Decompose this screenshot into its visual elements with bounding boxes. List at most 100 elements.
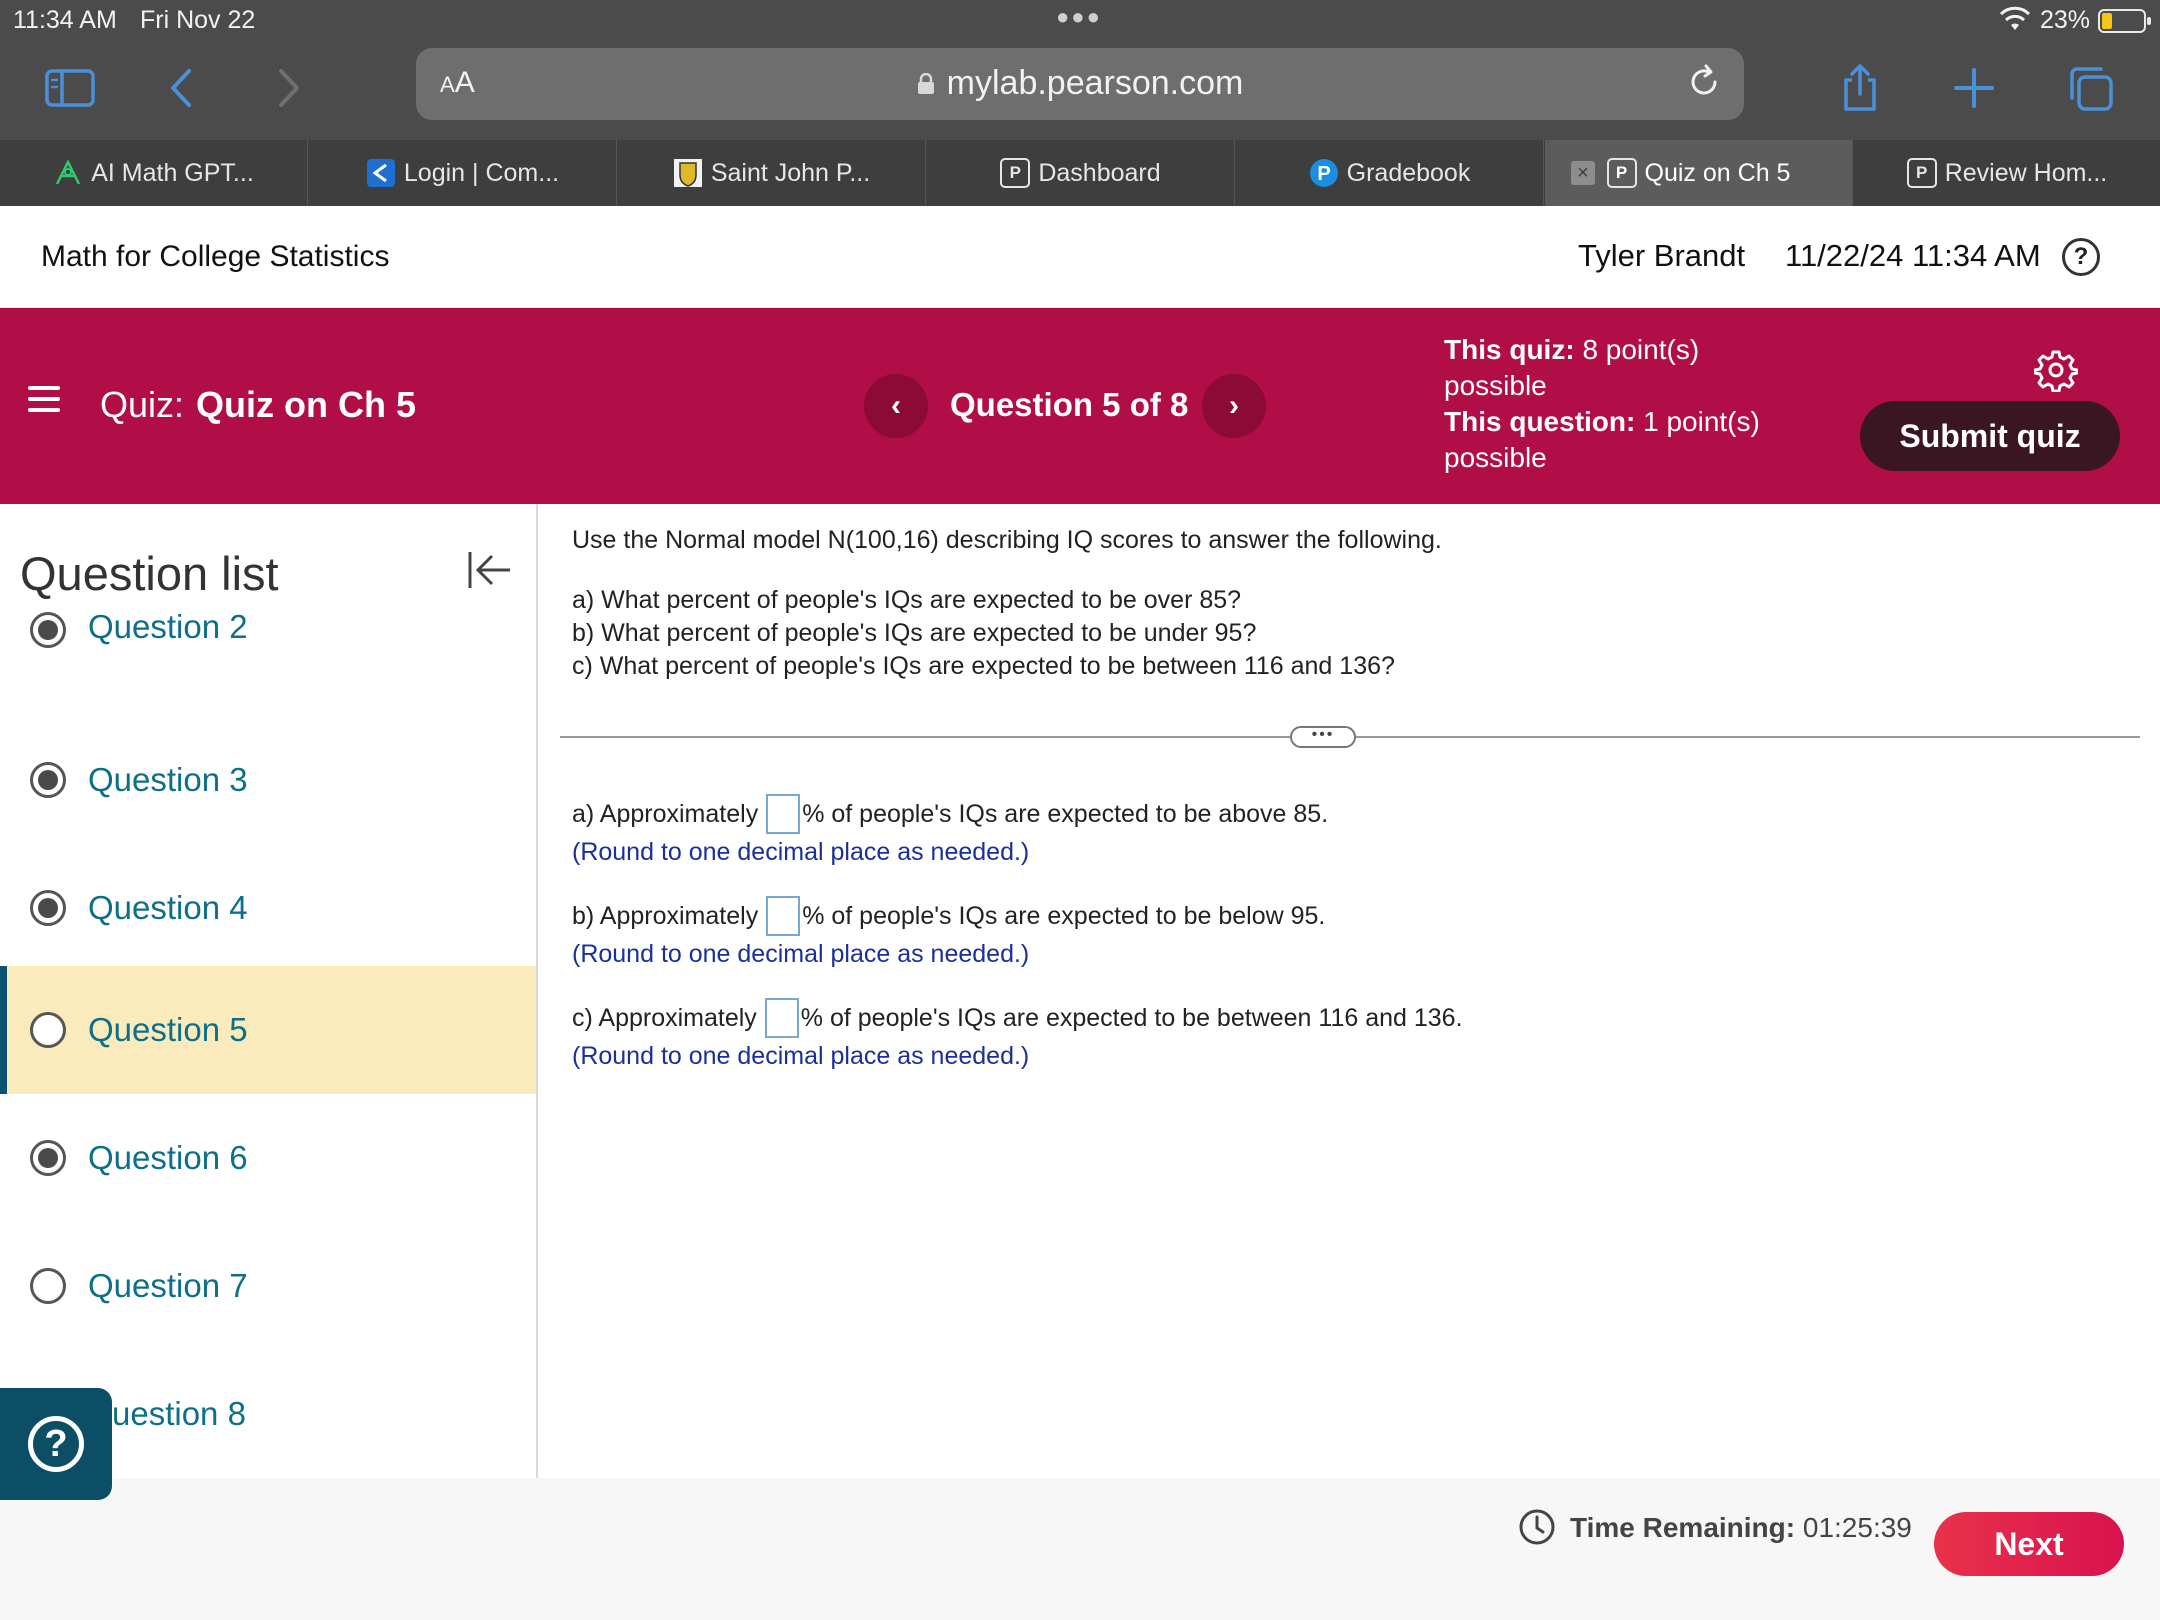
pearson-p-icon: P [1000,158,1031,188]
user-name: Tyler Brandt [1578,238,1746,273]
browser-toolbar: AA mylab.pearson.com [0,40,2160,140]
battery-percent: 23% [2040,6,2091,34]
status-bar: 11:34 AM Fri Nov 22 ●●● 23% [0,0,2160,40]
next-button[interactable]: Next [1934,1512,2124,1576]
this-quiz-value: 8 point(s) [1582,334,1700,365]
rounding-hint-b: (Round to one decimal place as needed.) [572,940,1030,968]
next-question-button[interactable]: › [1202,374,1266,438]
previous-question-button[interactable]: ‹ [864,374,928,438]
address-bar[interactable]: AA mylab.pearson.com [416,48,1744,120]
hamburger-menu-icon[interactable] [28,386,60,412]
answer-suffix: % of people's IQs are expected to be bet… [800,1003,1463,1032]
this-quiz-suffix: possible [1444,370,1547,401]
question-label: Question 2 [88,608,248,645]
forward-icon[interactable] [258,60,318,116]
question-label: Question 7 [88,1267,248,1304]
points-info: This quiz: 8 point(s) possible This ques… [1444,332,1784,476]
answer-suffix: % of people's IQs are expected to be bel… [802,901,1326,930]
answered-status-icon [30,890,66,926]
tabs-overview-icon[interactable] [2060,60,2120,116]
quiz-footer: Time Remaining: 01:25:39 Next [0,1478,2160,1620]
question-list-item-3[interactable]: Question 3 [0,716,536,844]
status-time: 11:34 AM [13,6,117,34]
question-label: Question 4 [88,889,248,926]
tab-dashboard[interactable]: P Dashboard [927,140,1235,206]
help-icon[interactable]: ? [2062,238,2100,276]
submit-quiz-button[interactable]: Submit quiz [1860,401,2120,471]
clock-icon [1519,1509,1555,1545]
tab-login[interactable]: Login | Com... [309,140,617,206]
tab-gradebook[interactable]: P Gradebook [1236,140,1544,206]
header-datetime: 11/22/24 11:34 AM [1785,238,2041,273]
this-question-value: 1 point(s) [1643,406,1760,437]
divider-handle[interactable]: ••• [1290,726,1356,748]
time-remaining: Time Remaining: 01:25:39 [1570,1512,1912,1544]
status-date: Fri Nov 22 [140,6,256,34]
school-crest-icon [673,158,703,188]
share-icon[interactable] [1830,60,1890,116]
question-panel: Use the Normal model N(100,16) describin… [540,504,2160,1478]
login-icon [366,158,396,188]
tab-quiz[interactable]: × P Quiz on Ch 5 [1545,140,1853,206]
question-list-item-2[interactable]: Question 2 [0,588,536,716]
question-list-item-5[interactable]: Question 5 [0,966,536,1094]
lock-icon [917,73,934,94]
unanswered-status-icon [30,1012,66,1048]
new-tab-icon[interactable] [1944,60,2004,116]
question-part-c: c) What percent of people's IQs are expe… [572,652,1395,680]
sidebar-icon[interactable] [40,60,100,116]
answer-row-b: b) Approximately % of people's IQs are e… [572,896,1325,936]
tab-ai-math[interactable]: AI Math GPT... [0,140,308,206]
question-list-item-7[interactable]: Question 7 [0,1222,536,1350]
rounding-hint-c: (Round to one decimal place as needed.) [572,1042,1030,1070]
tab-label: AI Math GPT... [91,158,254,187]
url-text: mylab.pearson.com [946,64,1244,102]
tab-label: Saint John P... [710,158,871,187]
answer-prefix: b) Approximately [572,901,759,930]
answered-status-icon [30,1140,66,1176]
rounding-hint-a: (Round to one decimal place as needed.) [572,838,1030,866]
tab-saint-john[interactable]: Saint John P... [618,140,926,206]
tab-label: Review Hom... [1944,158,2108,187]
answer-input-b[interactable] [766,896,801,936]
ai-math-icon [53,158,83,188]
this-question-label: This question: [1444,406,1636,437]
tab-label: Quiz on Ch 5 [1644,158,1791,187]
multitasking-dots-icon[interactable]: ●●● [1056,4,1102,30]
answered-status-icon [30,762,66,798]
question-label: Question 6 [88,1139,248,1176]
question-part-a: a) What percent of people's IQs are expe… [572,586,1242,614]
pearson-p-icon: P [1606,158,1637,188]
answer-input-a[interactable] [766,794,801,834]
question-part-b: b) What percent of people's IQs are expe… [572,619,1257,647]
tab-label: Gradebook [1346,158,1471,187]
question-position: Question 5 of 8 [950,386,1189,423]
answer-row-c: c) Approximately % of people's IQs are e… [572,998,1463,1038]
answer-suffix: % of people's IQs are expected to be abo… [802,799,1329,828]
app-header: Math for College Statistics Tyler Brandt… [0,206,2160,308]
collapse-sidebar-icon[interactable] [464,546,514,594]
help-button[interactable]: ? [0,1388,112,1500]
current-indicator [0,966,7,1094]
answer-prefix: c) Approximately [572,1003,757,1032]
question-list-item-6[interactable]: Question 6 [0,1094,536,1222]
back-icon[interactable] [152,60,212,116]
battery-icon [2098,9,2151,33]
close-tab-icon[interactable]: × [1571,161,1595,185]
question-list-sidebar: Question list Question 2 Question 3 Ques… [0,504,538,1478]
time-remaining-value: 01:25:39 [1802,1512,1912,1543]
this-question-suffix: possible [1444,442,1547,473]
question-parts: a) What percent of people's IQs are expe… [572,584,1395,683]
reload-icon[interactable] [1684,62,1724,102]
quiz-banner: Quiz: Quiz on Ch 5 ‹ Question 5 of 8 › Th… [0,308,2160,504]
pearson-p-icon: P [1906,158,1937,188]
tab-review[interactable]: P Review Hom... [1854,140,2160,206]
wifi-icon [2000,6,2030,30]
tab-label: Login | Com... [403,158,560,187]
question-label: uestion 8 [112,1395,246,1432]
gear-icon[interactable] [2034,348,2078,392]
time-remaining-label: Time Remaining: [1570,1512,1796,1543]
unanswered-status-icon [30,1268,66,1304]
question-list-item-4[interactable]: Question 4 [0,844,536,972]
answer-input-c[interactable] [764,998,799,1038]
